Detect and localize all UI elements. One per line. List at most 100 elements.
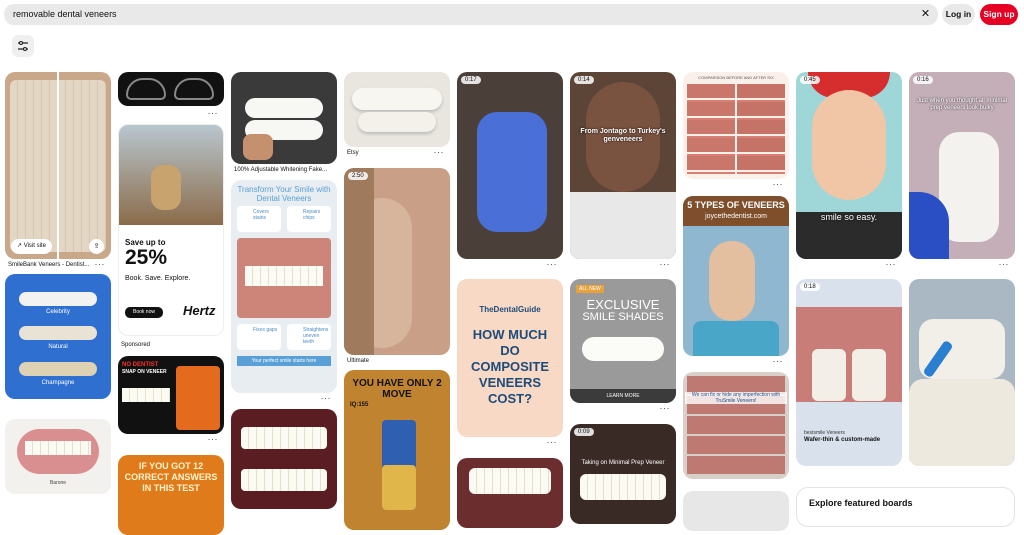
learn-more-button[interactable]: LEARN MORE: [570, 389, 676, 403]
ad-card[interactable]: Save up to 25% Book. Save. Explore. Book…: [118, 124, 224, 336]
shade-label: Champagne: [41, 380, 75, 386]
ad-discount: 25%: [125, 246, 168, 269]
pin-card[interactable]: ↗ Visit site ⇪: [5, 72, 111, 259]
signup-button[interactable]: Sign up: [980, 4, 1018, 25]
pin-card[interactable]: NO DENTIST SNAP ON VENEER: [118, 356, 224, 434]
pin-headline: IF YOU GOT 12 CORRECT ANSWERS IN THIS TE…: [124, 461, 218, 493]
pin-caption: Barone: [49, 480, 67, 486]
pin-card[interactable]: 0:17: [457, 72, 563, 259]
more-options-icon[interactable]: ···: [208, 109, 219, 118]
sponsored-label: Sponsored: [121, 342, 151, 348]
pin-column-6: From Jontago to Turkey's genveneers 0:14…: [570, 72, 676, 524]
more-options-icon[interactable]: ···: [886, 260, 897, 269]
pin-overlay-text: We can fix or hide any imperfection with…: [685, 392, 787, 404]
video-duration: 0:14: [574, 76, 594, 84]
iq-label: IQ:155: [350, 402, 369, 408]
pin-card[interactable]: YOU HAVE ONLY 2 MOVE IQ:155: [344, 370, 450, 530]
pin-card[interactable]: [344, 72, 450, 147]
explore-boards-title: Explore featured boards: [809, 498, 913, 508]
feature-tile: Fixes gaps: [237, 324, 281, 350]
pin-card[interactable]: COMPARISON BEFORE AND AFTER SIX: [683, 72, 789, 179]
ad-tagline: Book. Save. Explore.: [125, 275, 191, 282]
pin-card[interactable]: Barone: [5, 419, 111, 494]
pin-subheadline: SMILE SHADES: [582, 311, 664, 323]
login-button[interactable]: Log in: [942, 4, 975, 25]
search-query[interactable]: removable dental veneers: [13, 9, 117, 19]
video-overlay-text: From Jontago to Turkey's genveneers: [580, 128, 666, 143]
more-options-icon[interactable]: ···: [547, 260, 558, 269]
pin-column-4: Etsy ··· 2:50 Ultimate YOU HAVE ONLY 2 MO…: [344, 72, 450, 530]
pin-headline: 5 TYPES OF VENEERS: [687, 200, 785, 210]
share-icon[interactable]: ⇪: [89, 239, 104, 254]
pin-url: joycethedentist.com: [705, 213, 767, 220]
pin-column-3: 100% Adjustable Whitening Fake... Transf…: [231, 72, 337, 509]
more-options-icon[interactable]: ···: [95, 260, 106, 269]
more-options-icon[interactable]: ···: [773, 180, 784, 189]
pin-card[interactable]: Taking on Minimal Prep Veneer 0:09: [570, 424, 676, 524]
pin-column-5: 0:17 ··· TheDentalGuide HOW MUCH DO COMP…: [457, 72, 563, 528]
feature-tile: Repairs chips: [287, 206, 331, 232]
more-options-icon[interactable]: ···: [547, 438, 558, 447]
pin-column-2: ··· Save up to 25% Book. Save. Explore. …: [118, 72, 224, 535]
pin-card[interactable]: Just when you thought all minimal prep v…: [909, 72, 1015, 259]
close-icon[interactable]: ✕: [919, 8, 932, 21]
video-duration: 0:45: [800, 76, 820, 84]
pin-headline: Transform Your Smile with Dental Veneers: [237, 185, 331, 203]
video-duration: 0:17: [461, 76, 481, 84]
pin-headline: COMPARISON BEFORE AND AFTER SIX: [698, 75, 774, 80]
video-overlay-text: smile so easy.: [820, 212, 878, 222]
pin-headline: HOW MUCH DO COMPOSITE VENEERS COST?: [470, 327, 549, 406]
pin-card[interactable]: ALL NEW EXCLUSIVE SMILE SHADES LEARN MOR…: [570, 279, 676, 403]
pin-tagline: Wafer-thin & custom-made: [804, 437, 881, 443]
pin-column-8: smile so easy. 0:45 ··· bestsmile Veneer…: [796, 72, 902, 466]
top-bar: removable dental veneers ✕ Log in Sign u…: [0, 0, 1024, 30]
pin-card[interactable]: [457, 458, 563, 528]
pin-caption[interactable]: Ultimate: [344, 355, 450, 367]
more-options-icon[interactable]: ···: [773, 357, 784, 366]
pin-card[interactable]: We can fix or hide any imperfection with…: [683, 372, 789, 479]
pin-card[interactable]: [118, 72, 224, 106]
feature-tile: Straightens uneven teeth: [287, 324, 331, 350]
pin-card[interactable]: IF YOU GOT 12 CORRECT ANSWERS IN THIS TE…: [118, 455, 224, 535]
pin-card[interactable]: smile so easy. 0:45: [796, 72, 902, 259]
sliders-icon: [18, 40, 28, 52]
pin-card[interactable]: [231, 409, 337, 509]
pin-footer-text: Your perfect smile starts here: [237, 356, 331, 366]
video-duration: 0:09: [574, 428, 594, 436]
pin-card[interactable]: Transform Your Smile with Dental Veneers…: [231, 180, 337, 393]
brand-name: bestsmile Veneers: [804, 430, 845, 436]
video-duration: 0:16: [913, 76, 933, 84]
pin-card[interactable]: TheDentalGuide HOW MUCH DO COMPOSITE VEN…: [457, 279, 563, 437]
search-input[interactable]: removable dental veneers ✕: [4, 4, 938, 25]
book-now-button[interactable]: Book now: [125, 307, 163, 318]
more-options-icon[interactable]: ···: [321, 394, 332, 403]
pin-card[interactable]: bestsmile Veneers Wafer-thin & custom-ma…: [796, 279, 902, 466]
more-options-icon[interactable]: ···: [434, 148, 445, 157]
explore-boards-card[interactable]: Explore featured boards: [796, 487, 1015, 527]
more-options-icon[interactable]: ···: [208, 435, 219, 444]
pin-column-7: COMPARISON BEFORE AND AFTER SIX ··· 5 TY…: [683, 72, 789, 531]
more-options-icon[interactable]: ···: [660, 404, 671, 413]
pin-caption[interactable]: 100% Adjustable Whitening Fake...: [231, 164, 337, 176]
more-options-icon[interactable]: ···: [660, 260, 671, 269]
pin-column-9: Just when you thought all minimal prep v…: [909, 72, 1015, 466]
more-options-icon[interactable]: ···: [999, 260, 1010, 269]
pin-card[interactable]: Celebrity Natural Champagne: [5, 274, 111, 399]
pin-card[interactable]: 2:50: [344, 168, 450, 355]
pin-headline: EXCLUSIVE: [586, 297, 660, 312]
feature-tile: Covers stains: [237, 206, 281, 232]
filter-button[interactable]: [12, 35, 34, 57]
pin-card[interactable]: [683, 491, 789, 531]
video-duration: 0:18: [800, 283, 820, 291]
pin-column-1: ↗ Visit site ⇪ SmileBank Veneers - Denti…: [5, 72, 111, 494]
pin-card[interactable]: [909, 279, 1015, 466]
shade-label: Natural: [48, 344, 68, 350]
pin-card[interactable]: [231, 72, 337, 164]
pin-card[interactable]: From Jontago to Turkey's genveneers 0:14: [570, 72, 676, 259]
pin-card[interactable]: 5 TYPES OF VENEERS joycethedentist.com: [683, 196, 789, 356]
visit-site-label: Visit site: [23, 243, 46, 249]
shade-label: Celebrity: [46, 309, 70, 315]
hertz-logo: Hertz: [183, 303, 216, 318]
visit-site-button[interactable]: ↗ Visit site: [11, 239, 52, 254]
video-overlay-text: Just when you thought all minimal prep v…: [916, 98, 1008, 111]
